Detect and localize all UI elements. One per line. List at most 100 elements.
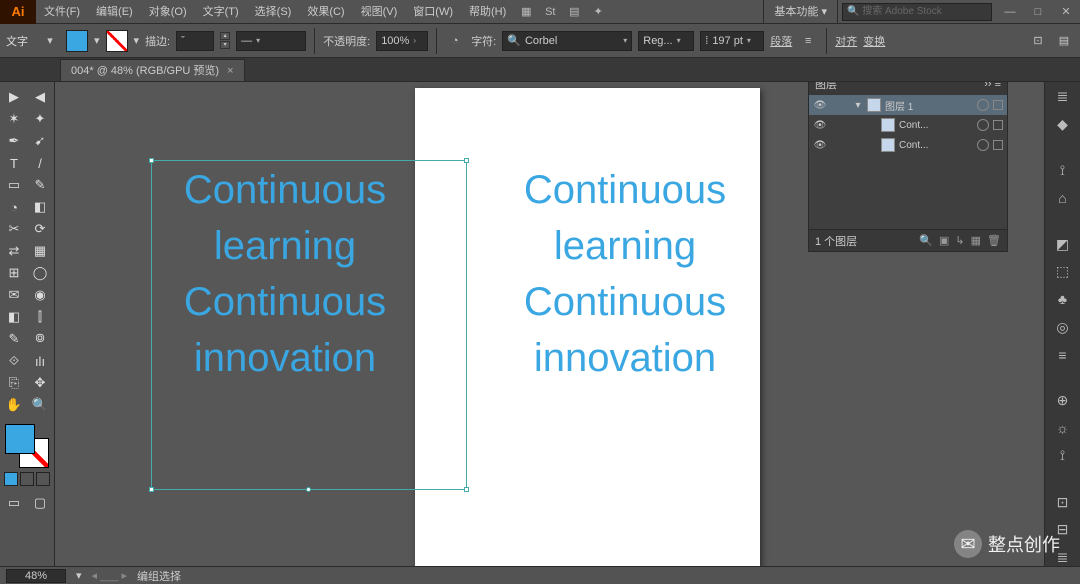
menu-edit[interactable]: 编辑(E) xyxy=(88,0,141,24)
align-link[interactable]: 对齐 xyxy=(835,33,857,49)
menu-select[interactable]: 选择(S) xyxy=(247,0,300,24)
opacity-value[interactable]: 100%› xyxy=(376,31,428,51)
panel-icon-0[interactable]: ≣ xyxy=(1051,88,1075,106)
font-size[interactable]: ⁞ 197 pt▾ xyxy=(700,31,764,51)
menu-effect[interactable]: 效果(C) xyxy=(299,0,352,24)
stock-icon[interactable]: St xyxy=(538,0,562,24)
target-icon[interactable] xyxy=(977,99,989,111)
menu-view[interactable]: 视图(V) xyxy=(353,0,406,24)
stroke-profile[interactable]: — ▾ xyxy=(236,31,306,51)
panel-icon-7[interactable]: ◎ xyxy=(1051,318,1075,336)
tool-0-1[interactable]: ◀ xyxy=(28,86,52,108)
tool-3-0[interactable]: T xyxy=(2,152,26,174)
paragraph-align-icon[interactable]: ≡ xyxy=(798,31,818,51)
workspace-switcher[interactable]: 基本功能 ▾ xyxy=(763,0,838,24)
layers-collapse-icon[interactable]: ›› ≡ xyxy=(984,82,1001,90)
locate-layer-icon[interactable]: 🔍 xyxy=(919,234,933,247)
font-family[interactable]: 🔍 Corbel▾ xyxy=(502,31,632,51)
document-tab[interactable]: 004* @ 48% (RGB/GPU 预览) × xyxy=(60,59,245,81)
panel-menu-icon[interactable]: ▤ xyxy=(1054,31,1074,51)
color-mode-0[interactable] xyxy=(4,472,18,486)
menu-window[interactable]: 窗口(W) xyxy=(405,0,461,24)
panel-icon-10[interactable]: ☼ xyxy=(1051,420,1075,438)
menu-help[interactable]: 帮助(H) xyxy=(461,0,514,24)
font-style[interactable]: Reg...▾ xyxy=(638,31,694,51)
tool-8-1[interactable]: ◯ xyxy=(28,262,52,284)
tool-13-0[interactable]: ⎘ xyxy=(2,372,26,394)
tool-13-1[interactable]: ✥ xyxy=(28,372,52,394)
layers-panel[interactable]: 图层 ›› ≡ 👁▾图层 1👁Cont...👁Cont... 1 个图层 🔍 ▣… xyxy=(808,82,1008,252)
tool-8-0[interactable]: ⊞ xyxy=(2,262,26,284)
stroke-steppers[interactable]: ▴▾ xyxy=(220,32,230,49)
tool-5-0[interactable]: ◔ xyxy=(2,196,26,218)
tool-1-0[interactable]: ✶ xyxy=(2,108,26,130)
tool-0-0[interactable]: ▶ xyxy=(2,86,26,108)
panel-icon-11[interactable]: ⟟ xyxy=(1051,447,1075,465)
fill-stroke-control[interactable] xyxy=(5,424,49,468)
arrange-icon[interactable]: ▤ xyxy=(562,0,586,24)
tool-11-0[interactable]: ✎ xyxy=(2,328,26,350)
layer-name[interactable]: 图层 1 xyxy=(885,98,973,113)
tool-14-0[interactable]: ✋ xyxy=(2,394,26,416)
panel-icon-3[interactable]: ⌂ xyxy=(1051,189,1075,207)
no-selection-icon[interactable]: ▾ xyxy=(40,31,60,51)
panel-icon-2[interactable]: ⟟ xyxy=(1051,162,1075,180)
panel-icon-6[interactable]: ♣ xyxy=(1051,291,1075,309)
color-mode-1[interactable] xyxy=(20,472,34,486)
panel-icon-5[interactable]: ⬚ xyxy=(1051,263,1075,281)
menu-type[interactable]: 文字(T) xyxy=(195,0,247,24)
disclosure-icon[interactable]: ▾ xyxy=(853,100,863,111)
tool-3-1[interactable]: / xyxy=(28,152,52,174)
layer-row-2[interactable]: 👁Cont... xyxy=(809,135,1007,155)
tool-2-1[interactable]: ➹ xyxy=(28,130,52,152)
tool-1-1[interactable]: ✦ xyxy=(28,108,52,130)
window-close[interactable]: ✕ xyxy=(1052,0,1080,24)
tool-12-1[interactable]: ılı xyxy=(28,350,52,372)
transform-link[interactable]: 变换 xyxy=(863,33,885,49)
stroke-swatch[interactable] xyxy=(106,30,128,52)
screen-mode-0[interactable]: ▭ xyxy=(2,492,26,514)
screen-mode-1[interactable]: ▢ xyxy=(28,492,52,514)
target-icon[interactable] xyxy=(977,119,989,131)
tool-11-1[interactable]: ៙ xyxy=(28,328,52,350)
isolate-icon[interactable]: ⊡ xyxy=(1028,31,1048,51)
stock-search[interactable]: 🔍 搜索 Adobe Stock xyxy=(842,3,992,21)
visibility-icon[interactable]: 👁 xyxy=(813,120,827,131)
recolor-icon[interactable]: ◔ xyxy=(445,31,465,51)
tool-10-0[interactable]: ◧ xyxy=(2,306,26,328)
make-clip-icon[interactable]: ▣ xyxy=(939,234,949,247)
panel-icon-4[interactable]: ◩ xyxy=(1051,236,1075,254)
layer-name[interactable]: Cont... xyxy=(899,120,973,131)
menu-file[interactable]: 文件(F) xyxy=(36,0,88,24)
layer-row-0[interactable]: 👁 ▾ 图层 1 xyxy=(809,95,1007,115)
tool-6-1[interactable]: ⟳ xyxy=(28,218,52,240)
tool-2-0[interactable]: ✒ xyxy=(2,130,26,152)
tool-5-1[interactable]: ◧ xyxy=(28,196,52,218)
gpu-icon[interactable]: ✦ xyxy=(586,0,610,24)
visibility-icon[interactable]: 👁 xyxy=(813,100,827,111)
panel-icon-12[interactable]: ⊡ xyxy=(1051,493,1075,511)
bridge-icon[interactable]: ▦ xyxy=(514,0,538,24)
canvas[interactable]: Continuous learning Continuous innovatio… xyxy=(55,82,1044,566)
new-sublayer-icon[interactable]: ↳ xyxy=(955,234,964,247)
tool-10-1[interactable]: ⫿ xyxy=(28,306,52,328)
tool-7-0[interactable]: ⇄ xyxy=(2,240,26,262)
window-maximize[interactable]: □ xyxy=(1024,0,1052,24)
tab-close-icon[interactable]: × xyxy=(227,60,233,82)
menu-object[interactable]: 对象(O) xyxy=(141,0,195,24)
tool-9-1[interactable]: ◉ xyxy=(28,284,52,306)
stroke-weight[interactable]: ˇ xyxy=(176,31,214,51)
window-minimize[interactable]: — xyxy=(996,0,1024,24)
color-mode-2[interactable] xyxy=(36,472,50,486)
tool-4-1[interactable]: ✎ xyxy=(28,174,52,196)
target-icon[interactable] xyxy=(977,139,989,151)
layer-name[interactable]: Cont... xyxy=(899,140,973,151)
panel-icon-9[interactable]: ⊕ xyxy=(1051,392,1075,410)
tool-7-1[interactable]: ▦ xyxy=(28,240,52,262)
delete-layer-icon[interactable]: 🗑 xyxy=(987,234,1001,247)
paragraph-link[interactable]: 段落 xyxy=(770,33,792,49)
fill-swatch[interactable] xyxy=(66,30,88,52)
zoom-field[interactable]: 48% xyxy=(6,569,66,583)
tool-4-0[interactable]: ▭ xyxy=(2,174,26,196)
layer-row-1[interactable]: 👁 Cont... xyxy=(809,115,1007,135)
